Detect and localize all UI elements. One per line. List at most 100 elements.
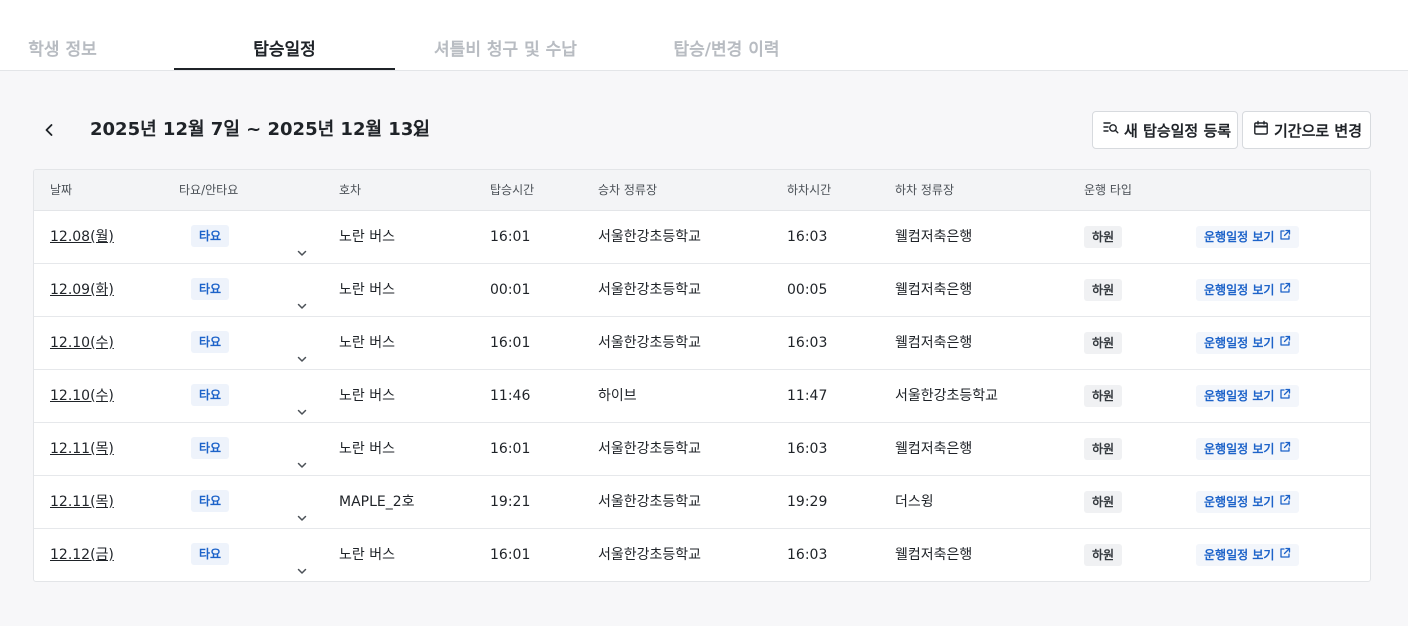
tab-ride-history[interactable]: 탑승/변경 이력 <box>616 32 837 70</box>
table-row: 12.10(수) 타요 노란 버스 11:46 하이브 11:47 서울한강초등… <box>34 370 1370 423</box>
column-header-alight-stop: 하차 정류장 <box>895 183 955 197</box>
chevron-left-icon[interactable] <box>37 118 61 142</box>
view-schedule-link[interactable]: 운행일정 보기 <box>1196 491 1300 513</box>
table-row: 12.11(목) 타요 MAPLE_2호 19:21 서울한강초등학교 19:2… <box>34 476 1370 529</box>
alight-time: 16:03 <box>787 441 828 457</box>
run-type-cell: 하원 <box>1084 226 1123 248</box>
list-search-icon <box>1103 120 1124 140</box>
table-row: 12.08(월) 타요 노란 버스 16:01 서울한강초등학교 16:03 웰… <box>34 211 1370 264</box>
alight-stop: 웰컴저축은행 <box>895 282 973 298</box>
date-link[interactable]: 12.09(화) <box>50 264 114 316</box>
run-type-cell: 하원 <box>1084 491 1123 513</box>
alight-time: 11:47 <box>787 388 828 404</box>
view-schedule-link[interactable]: 운행일정 보기 <box>1196 279 1300 301</box>
date-link[interactable]: 12.11(목) <box>50 423 114 475</box>
run-type-cell: 하원 <box>1084 544 1123 566</box>
view-schedule-link[interactable]: 운행일정 보기 <box>1196 544 1300 566</box>
ride-select[interactable]: 타요 <box>191 278 309 309</box>
column-header-board-stop: 승차 정류장 <box>598 183 658 197</box>
bus-name: 노란 버스 <box>339 335 395 351</box>
ride-status-badge: 타요 <box>191 384 230 406</box>
bus-name: MAPLE_2호 <box>339 494 415 510</box>
ride-select[interactable]: 타요 <box>191 225 309 256</box>
column-header-run-type: 운행 타입 <box>1084 183 1132 197</box>
table-row: 12.11(목) 타요 노란 버스 16:01 서울한강초등학교 16:03 웰… <box>34 423 1370 476</box>
external-link-icon <box>1279 544 1291 566</box>
board-stop: 서울한강초등학교 <box>598 547 702 563</box>
view-schedule-link[interactable]: 운행일정 보기 <box>1196 438 1300 460</box>
alight-time: 19:29 <box>787 494 828 510</box>
ride-status-badge: 타요 <box>191 331 230 353</box>
ride-status-badge: 타요 <box>191 225 230 247</box>
board-time: 16:01 <box>490 441 531 457</box>
external-link-icon <box>1279 226 1291 248</box>
board-stop: 하이브 <box>598 388 637 404</box>
view-schedule-link[interactable]: 운행일정 보기 <box>1196 332 1300 354</box>
alight-stop: 웰컴저축은행 <box>895 547 973 563</box>
board-stop: 서울한강초등학교 <box>598 335 702 351</box>
ride-select[interactable]: 타요 <box>191 331 309 362</box>
date-link[interactable]: 12.10(수) <box>50 317 114 369</box>
alight-time: 16:03 <box>787 229 828 245</box>
tab-student-info[interactable]: 학생 정보 <box>0 32 173 70</box>
run-type-badge: 하원 <box>1084 438 1123 460</box>
run-type-badge: 하원 <box>1084 279 1123 301</box>
ride-select[interactable]: 타요 <box>191 437 309 468</box>
view-schedule-label: 운행일정 보기 <box>1204 548 1275 562</box>
board-time: 19:21 <box>490 494 531 510</box>
ride-status-badge: 타요 <box>191 437 230 459</box>
tab-shuttle-billing[interactable]: 셔틀비 청구 및 수납 <box>395 32 616 70</box>
tab-bar: 학생 정보 탑승일정 셔틀비 청구 및 수납 탑승/변경 이력 <box>0 0 1408 71</box>
alight-stop: 웰컴저축은행 <box>895 441 973 457</box>
alight-stop: 웰컴저축은행 <box>895 335 973 351</box>
run-type-badge: 하원 <box>1084 332 1123 354</box>
bus-name: 노란 버스 <box>339 229 395 245</box>
change-period-button[interactable]: 기간으로 변경 <box>1242 111 1371 149</box>
board-time: 16:01 <box>490 229 531 245</box>
external-link-icon <box>1279 491 1291 513</box>
view-schedule-label: 운행일정 보기 <box>1204 442 1275 456</box>
run-type-badge: 하원 <box>1084 226 1123 248</box>
date-link[interactable]: 12.10(수) <box>50 370 114 422</box>
alight-stop: 웰컴저축은행 <box>895 229 973 245</box>
ride-schedule-table: 날짜 타요/안타요 호차 탑승시간 승차 정류장 하차시간 하차 정류장 운행 … <box>33 169 1371 582</box>
board-stop: 서울한강초등학교 <box>598 229 702 245</box>
column-header-alight-time: 하차시간 <box>787 183 832 197</box>
board-stop: 서울한강초등학교 <box>598 282 702 298</box>
board-time: 00:01 <box>490 282 531 298</box>
alight-time: 00:05 <box>787 282 828 298</box>
view-schedule-label: 운행일정 보기 <box>1204 495 1275 509</box>
view-schedule-label: 운행일정 보기 <box>1204 336 1275 350</box>
view-schedule-link[interactable]: 운행일정 보기 <box>1196 385 1300 407</box>
tab-ride-schedule[interactable]: 탑승일정 <box>174 32 395 70</box>
alight-stop: 더스윙 <box>895 494 934 510</box>
external-link-icon <box>1279 385 1291 407</box>
date-link[interactable]: 12.08(월) <box>50 211 114 263</box>
bus-name: 노란 버스 <box>339 547 395 563</box>
bus-name: 노란 버스 <box>339 282 395 298</box>
bus-name: 노란 버스 <box>339 441 395 457</box>
bus-name: 노란 버스 <box>339 388 395 404</box>
table-row: 12.10(수) 타요 노란 버스 16:01 서울한강초등학교 16:03 웰… <box>34 317 1370 370</box>
board-time: 16:01 <box>490 547 531 563</box>
run-type-badge: 하원 <box>1084 491 1123 513</box>
chevron-right-icon[interactable] <box>405 118 429 142</box>
ride-select[interactable]: 타요 <box>191 543 309 574</box>
view-schedule-label: 운행일정 보기 <box>1204 230 1275 244</box>
new-schedule-button[interactable]: 새 탑승일정 등록 <box>1092 111 1238 149</box>
date-link[interactable]: 12.11(목) <box>50 476 114 528</box>
ride-select[interactable]: 타요 <box>191 490 309 521</box>
external-link-icon <box>1279 332 1291 354</box>
column-header-board-time: 탑승시간 <box>490 183 535 197</box>
chevron-down-icon <box>295 548 309 581</box>
board-stop: 서울한강초등학교 <box>598 494 702 510</box>
date-link[interactable]: 12.12(금) <box>50 529 114 581</box>
date-range-label: 2025년 12월 7일 ~ 2025년 12월 13일 <box>90 119 430 140</box>
external-link-icon <box>1279 438 1291 460</box>
run-type-cell: 하원 <box>1084 438 1123 460</box>
view-schedule-label: 운행일정 보기 <box>1204 283 1275 297</box>
ride-select[interactable]: 타요 <box>191 384 309 415</box>
view-schedule-link[interactable]: 운행일정 보기 <box>1196 226 1300 248</box>
run-type-cell: 하원 <box>1084 279 1123 301</box>
view-schedule-label: 운행일정 보기 <box>1204 389 1275 403</box>
